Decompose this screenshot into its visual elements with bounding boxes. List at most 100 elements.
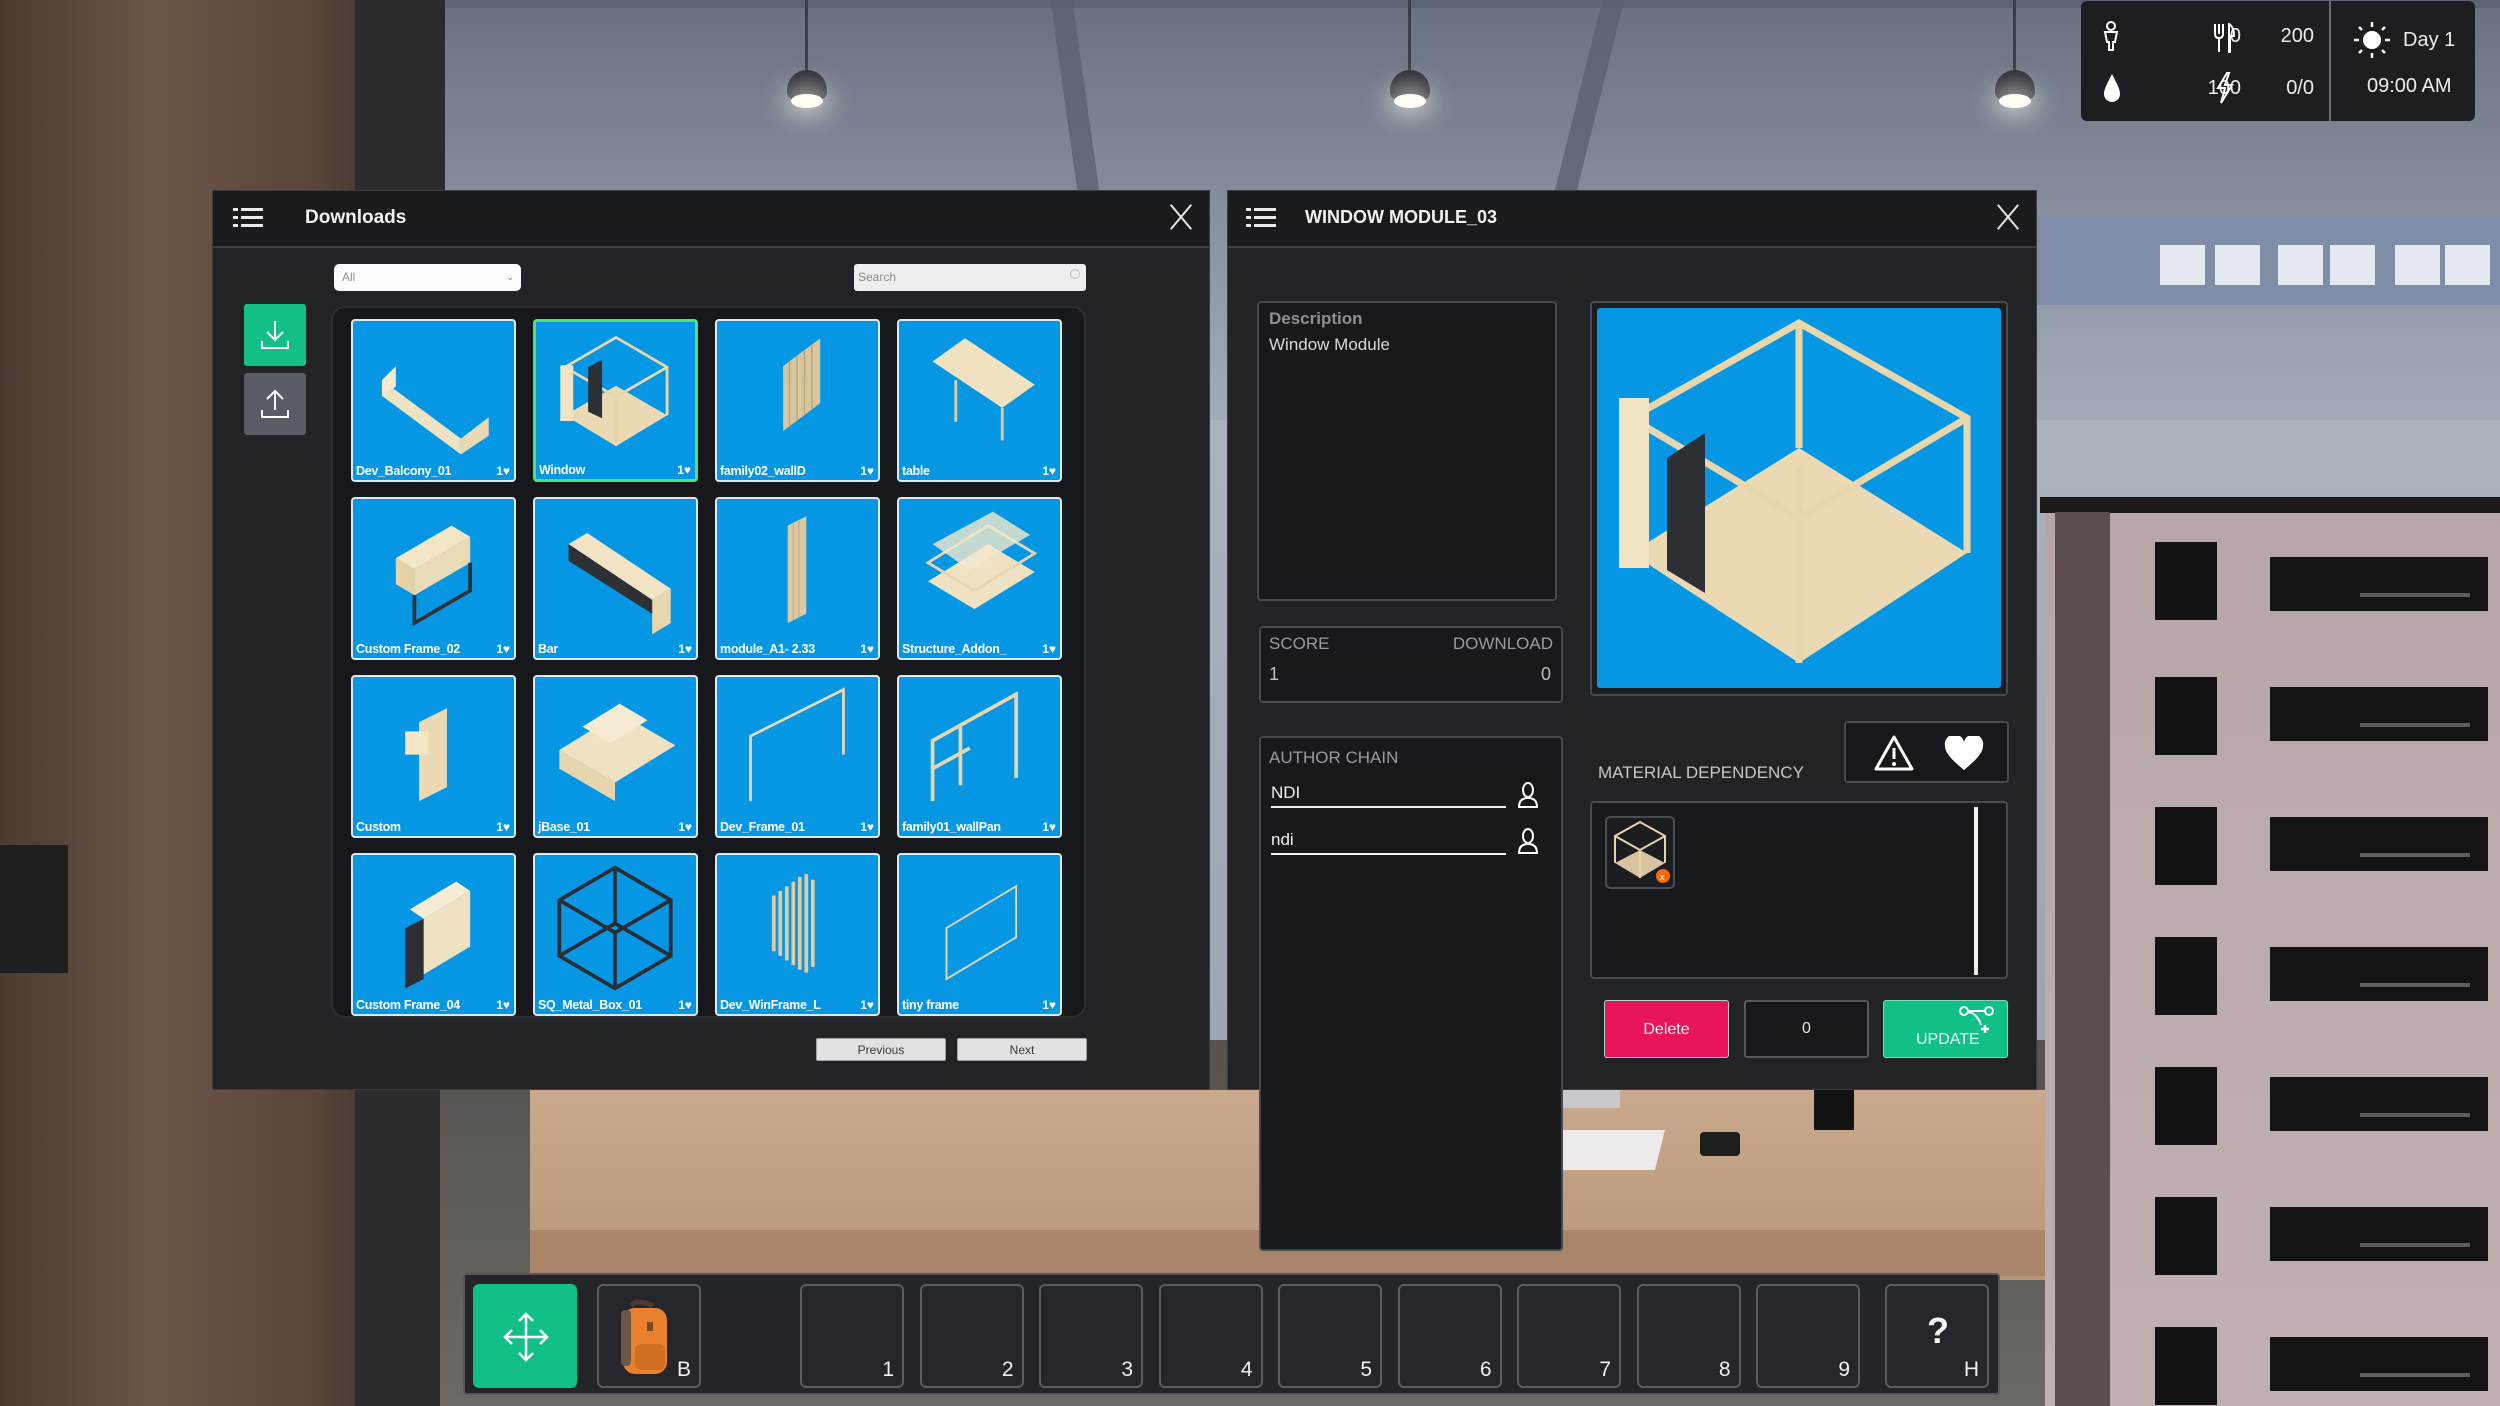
heart-icon: ♥ [684,998,692,1012]
help-icon: ? [1927,1310,1949,1351]
hotbar-slot[interactable]: 9 [1756,1284,1860,1388]
download-button[interactable] [244,304,306,366]
report-like-box [1844,721,2009,783]
like-count: 1♥ [1042,820,1056,834]
asset-tile[interactable]: family02_wallD 1♥ [715,319,880,482]
slot-key-label: 3 [1121,1358,1133,1381]
sun-icon [2354,22,2390,58]
slot-key-label: 5 [1360,1358,1372,1381]
category-dropdown[interactable]: All ⌄ [334,264,521,291]
asset-tile[interactable]: Bar 1♥ [533,497,698,660]
like-count-value: 1 [496,998,503,1012]
slot-key-label: 1 [882,1358,894,1381]
asset-tile[interactable]: SQ_Metal_Box_01 1♥ [533,853,698,1016]
hotbar-slot[interactable]: 4 [1158,1284,1263,1388]
heart-icon[interactable] [1944,736,1984,772]
hotbar: B 1 2 3 4 5 6 7 8 9 ? H [463,1273,2000,1395]
delete-button[interactable]: Delete [1604,1000,1729,1058]
download-label: DOWNLOAD [1452,634,1553,653]
warning-icon[interactable] [1874,735,1914,771]
hotbar-slot[interactable]: 2 [919,1284,1024,1388]
branch-add-icon [1959,1006,1994,1033]
backpack-slot[interactable]: B [597,1284,701,1388]
dropdown-value: All [342,270,356,284]
menu-icon[interactable] [233,208,263,228]
like-count-value: 1 [1042,464,1049,478]
asset-tile[interactable]: table 1♥ [897,319,1062,482]
material-dependency-item[interactable]: x [1605,816,1675,889]
fork-knife-icon [2214,23,2235,53]
like-count: 1♥ [1042,998,1056,1012]
panel-title: Downloads [305,207,407,228]
score-download-box: SCORE DOWNLOAD 1 0 [1259,626,1563,703]
previous-button[interactable]: Previous [816,1038,946,1061]
desk-eraser [1700,1132,1740,1156]
description-text: Window Module [1269,335,1390,354]
download-count: 0 [1540,664,1551,684]
scrollbar[interactable] [1974,807,1978,975]
user-icon[interactable] [1517,782,1539,808]
asset-tile[interactable]: Custom 1♥ [351,675,516,838]
search-input[interactable]: Search [854,264,1086,291]
upload-icon [261,389,289,418]
asset-tile[interactable]: Custom Frame_02 1♥ [351,497,516,660]
heart-icon: ♥ [502,998,510,1012]
slot-key-label: 4 [1240,1358,1253,1381]
heart-icon: ♥ [502,464,510,478]
hotbar-slot[interactable]: 3 [1039,1284,1143,1388]
material-thumbnail: x [1614,820,1670,883]
asset-tile[interactable]: family01_wallPan 1♥ [897,675,1062,838]
person-icon [2103,21,2119,51]
close-icon[interactable] [1994,203,2022,231]
user-icon[interactable] [1517,828,1539,854]
asset-tile[interactable]: Structure_Addon_ 1♥ [897,497,1062,660]
asset-name: family01_wallPan [902,820,1001,834]
like-count-value: 1 [1042,998,1049,1012]
asset-thumbnail [945,884,1018,981]
asset-tile[interactable]: Custom Frame_04 1♥ [351,853,516,1016]
help-slot[interactable]: ? H [1885,1284,1989,1388]
asset-tile[interactable]: module_A1- 2.33 1♥ [715,497,880,660]
clerestory-windows [1960,215,2500,305]
author-name: ndi [1271,830,1294,849]
update-button[interactable]: UPDATE [1883,1000,2008,1058]
hotbar-slot[interactable]: 1 [800,1284,904,1388]
asset-thumbnail [560,335,669,447]
score-value: 1 [1269,664,1280,684]
hotbar-slot[interactable]: 7 [1517,1284,1621,1388]
move-tool-slot[interactable] [473,1284,577,1388]
like-count: 1♥ [496,820,510,834]
asset-thumbnail [568,533,671,635]
close-icon[interactable] [1167,203,1195,231]
asset-thumbnail [381,366,489,455]
chevron-down-icon: ⌄ [506,272,514,282]
slot-key-label: B [676,1358,691,1381]
preview-frame [1590,301,2008,696]
slot-key-label: 8 [1718,1358,1731,1381]
heart-icon: ♥ [684,820,692,834]
hotbar-slot[interactable]: 8 [1636,1284,1741,1388]
like-count: 1♥ [860,464,874,478]
next-button[interactable]: Next [957,1038,1087,1061]
desk-object [1814,1090,1854,1130]
asset-tile[interactable]: Dev_WinFrame_L 1♥ [715,853,880,1016]
asset-thumbnail [930,691,1018,802]
hotbar-slot[interactable]: 6 [1397,1284,1502,1388]
water-drop-icon [2104,74,2120,102]
asset-tile[interactable]: Dev_Balcony_01 1♥ [351,319,516,482]
hotbar-slot[interactable]: 5 [1278,1284,1382,1388]
asset-tile[interactable]: tiny frame 1♥ [897,853,1062,1016]
menu-icon[interactable] [1246,208,1276,228]
like-count-value: 1 [860,820,867,834]
heart-icon: ♥ [866,464,874,478]
asset-tile[interactable]: jBase_01 1♥ [533,675,698,838]
like-count-value: 1 [860,464,867,478]
heart-icon: ♥ [866,820,874,834]
asset-tile[interactable]: Dev_Frame_01 1♥ [715,675,880,838]
author-chain-box: AUTHOR CHAIN NDI ndi [1259,736,1563,1251]
asset-tile[interactable]: Window 1♥ [533,319,698,482]
like-count: 1♥ [677,463,691,477]
heart-icon: ♥ [1048,464,1056,478]
quantity-field[interactable]: 0 [1744,1000,1869,1058]
upload-button[interactable] [244,373,306,435]
